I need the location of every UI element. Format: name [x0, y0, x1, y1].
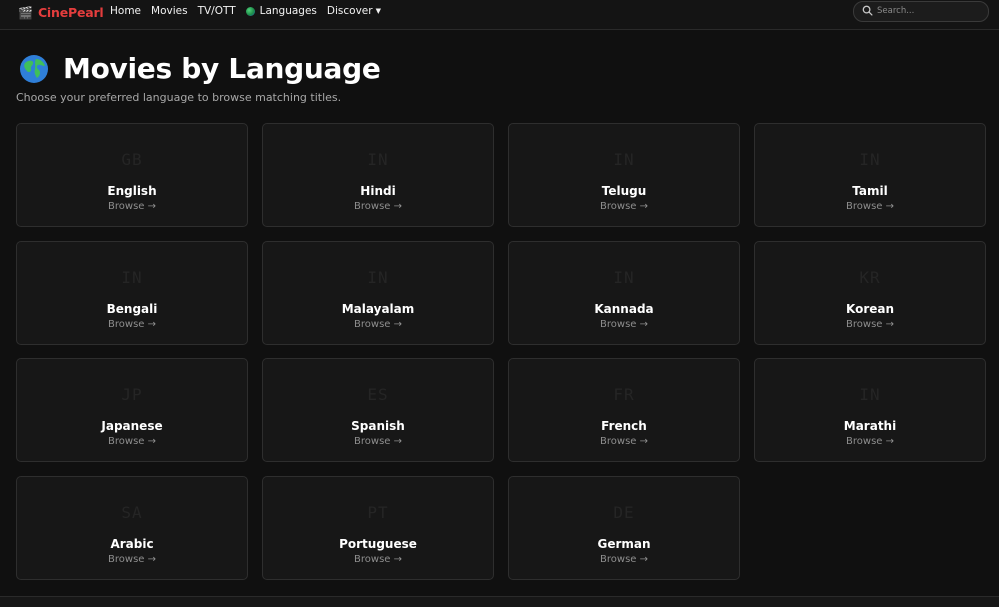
page-header: Movies by Language [19, 52, 381, 85]
language-name: Tamil [852, 184, 888, 198]
language-card-hindi[interactable]: IN Hindi Browse → [262, 123, 494, 227]
language-card-marathi[interactable]: IN Marathi Browse → [754, 358, 986, 462]
language-card-japanese[interactable]: JP Japanese Browse → [16, 358, 248, 462]
browse-link[interactable]: Browse → [17, 201, 247, 212]
language-name: French [601, 419, 647, 433]
browse-link[interactable]: Browse → [263, 201, 493, 212]
country-code: IN [121, 267, 143, 287]
language-name: Telugu [601, 184, 647, 198]
country-code: IN [613, 267, 635, 287]
country-code: FR [613, 385, 635, 404]
language-card-kannada[interactable]: IN Kannada Browse → [508, 240, 740, 345]
language-card-malayalam[interactable]: IN Malayalam Browse → [262, 240, 494, 345]
language-name: Kannada [594, 301, 654, 316]
language-card-arabic[interactable]: SA Arabic Browse → [16, 475, 248, 580]
language-name: Korean [845, 301, 895, 316]
browse-link[interactable]: Browse → [509, 554, 739, 565]
nav-link-discover[interactable]: Discover ▼ [327, 5, 381, 17]
nav-link-movies[interactable]: Movies [151, 5, 188, 17]
country-code: IN [367, 267, 389, 287]
globe-icon [20, 54, 48, 83]
search-input[interactable] [877, 3, 977, 18]
browse-link[interactable]: Browse → [755, 319, 985, 330]
browse-link[interactable]: Browse → [263, 319, 493, 330]
country-code: GB [121, 150, 143, 169]
clapperboard-icon: 🎬 [18, 5, 33, 20]
browse-link[interactable]: Browse → [509, 201, 739, 212]
language-card-bengali[interactable]: IN Bengali Browse → [16, 240, 248, 345]
language-name: Hindi [360, 184, 396, 198]
browse-link[interactable]: Browse → [17, 436, 247, 447]
country-code: DE [613, 502, 635, 522]
language-card-french[interactable]: FR French Browse → [508, 358, 740, 462]
search-icon [862, 5, 873, 16]
country-code: PT [367, 502, 389, 522]
nav-link-tv-ott[interactable]: TV/OTT [198, 5, 236, 17]
globe-icon [245, 6, 255, 16]
browse-link[interactable]: Browse → [263, 554, 493, 565]
country-code: IN [859, 385, 881, 404]
footer-bar [0, 596, 999, 607]
language-card-english[interactable]: GB English Browse → [16, 123, 248, 227]
language-card-korean[interactable]: KR Korean Browse → [754, 240, 986, 345]
language-name: Portuguese [339, 536, 417, 551]
browse-link[interactable]: Browse → [263, 436, 493, 447]
language-name: Malayalam [341, 301, 415, 316]
brand-name: CinePearl [37, 5, 104, 20]
browse-link[interactable]: Browse → [755, 201, 985, 212]
language-card-telugu[interactable]: IN Telugu Browse → [508, 123, 740, 227]
brand-logo[interactable]: 🎬 CinePearl [18, 5, 104, 20]
language-card-tamil[interactable]: IN Tamil Browse → [754, 123, 986, 227]
country-code: KR [859, 267, 881, 287]
country-code: IN [859, 150, 881, 169]
browse-link[interactable]: Browse → [17, 319, 247, 330]
search-box [853, 1, 989, 22]
page-title: Movies by Language [63, 52, 381, 85]
caret-down-icon: ▼ [375, 7, 381, 15]
language-name: Japanese [101, 419, 163, 433]
nav-link-discover-label: Discover [326, 5, 373, 17]
country-code: IN [367, 150, 389, 169]
top-navbar: 🎬 CinePearl Home Movies TV/OTT Languages… [0, 0, 999, 30]
page-subtitle: Choose your preferred language to browse… [16, 91, 342, 104]
language-card-portuguese[interactable]: PT Portuguese Browse → [262, 475, 494, 580]
country-code: ES [367, 385, 389, 404]
country-code: IN [613, 150, 635, 169]
nav-link-home[interactable]: Home [110, 5, 141, 17]
language-name: Arabic [110, 536, 154, 551]
nav-links: Home Movies TV/OTT Languages Discover ▼ [110, 0, 391, 22]
nav-link-languages[interactable]: Languages [245, 5, 317, 17]
browse-link[interactable]: Browse → [755, 436, 985, 447]
language-name: Spanish [351, 419, 405, 433]
browse-link[interactable]: Browse → [17, 554, 247, 565]
browse-link[interactable]: Browse → [509, 436, 739, 447]
browse-link[interactable]: Browse → [509, 319, 739, 330]
country-code: SA [121, 502, 143, 522]
nav-link-languages-label: Languages [259, 5, 317, 17]
language-name: Marathi [843, 419, 897, 433]
country-code: JP [121, 385, 143, 404]
language-card-spanish[interactable]: ES Spanish Browse → [262, 358, 494, 462]
language-name: English [107, 184, 157, 198]
language-name: German [597, 536, 651, 551]
language-name: Bengali [106, 301, 158, 316]
language-card-german[interactable]: DE German Browse → [508, 475, 740, 580]
